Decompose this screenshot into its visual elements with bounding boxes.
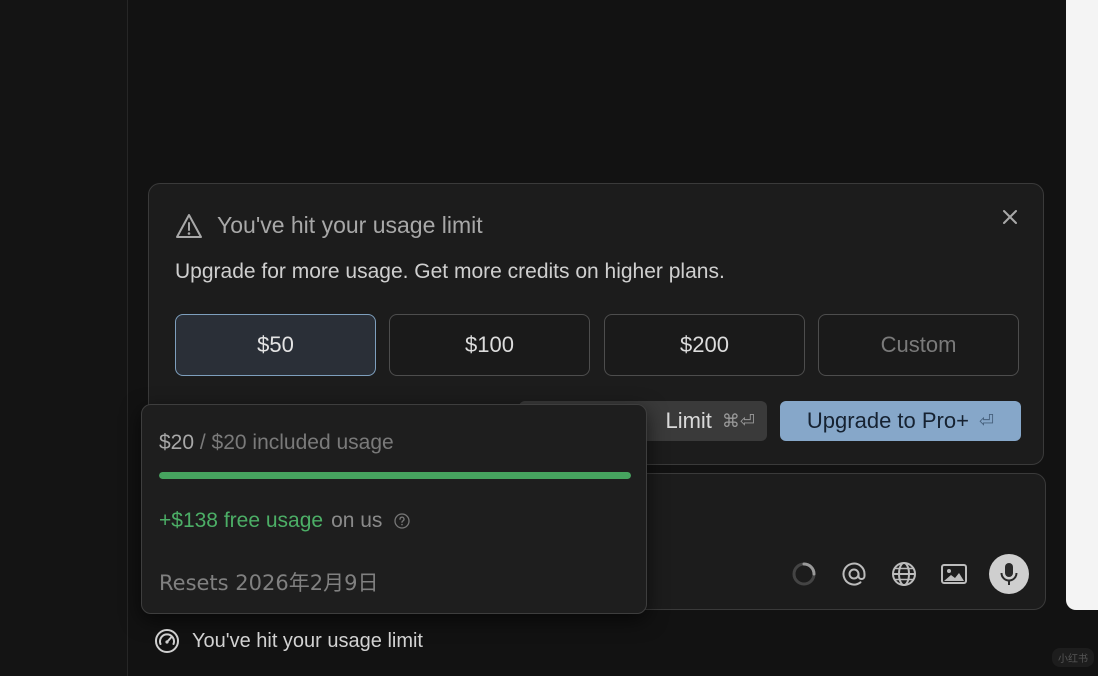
usage-progress-fill [159,472,631,479]
usage-included: / $20 included usage [194,431,394,454]
free-usage-amount: +$138 free usage [159,509,324,532]
upgrade-pro-plus-button[interactable]: Upgrade to Pro+ ⏎ [780,401,1021,441]
upgrade-label: Upgrade to Pro+ [806,408,969,433]
free-usage-suffix: on us [331,509,383,532]
voice-input-button[interactable] [989,554,1029,594]
input-toolbar [789,554,1029,594]
usage-popover: $20 / $20 included usage +$138 free usag… [141,404,647,614]
amount-option-200[interactable]: $200 [604,314,805,376]
usage-summary: $20 / $20 included usage [159,431,394,455]
usage-progress-bar [159,472,631,479]
close-icon [1003,210,1017,224]
usage-used: $20 [159,431,195,454]
image-icon [941,564,967,584]
upgrade-shortcut: ⏎ [978,410,995,432]
free-usage-line: +$138 free usage on us [159,509,411,533]
spinner-button[interactable] [789,559,819,589]
reset-date: Resets 2026年2月9日 [159,571,379,595]
watermark: 小红书 [1052,648,1094,667]
card-subtitle: Upgrade for more usage. Get more credits… [175,260,725,283]
usage-limit-status[interactable]: You've hit your usage limit [154,628,423,654]
usage-limit-status-text: You've hit your usage limit [192,629,423,652]
card-header: You've hit your usage limit [175,212,483,239]
at-icon [842,562,866,586]
amount-option-100[interactable]: $100 [389,314,590,376]
spinner-icon [792,562,816,586]
mention-button[interactable] [839,559,869,589]
amount-option-50[interactable]: $50 [175,314,376,376]
set-limit-shortcut: ⌘⏎ [721,410,755,432]
right-panel [1066,0,1098,610]
amount-option-custom[interactable]: Custom [818,314,1019,376]
attach-image-button[interactable] [939,559,969,589]
sidebar [0,0,128,676]
mic-icon [1000,563,1018,585]
gauge-icon [155,629,179,653]
warning-icon [176,213,202,238]
card-title: You've hit your usage limit [217,212,483,238]
web-search-button[interactable] [889,559,919,589]
close-button[interactable] [999,206,1021,228]
help-icon[interactable] [394,513,411,529]
globe-icon [892,562,916,586]
set-limit-label: Limit [665,408,712,433]
